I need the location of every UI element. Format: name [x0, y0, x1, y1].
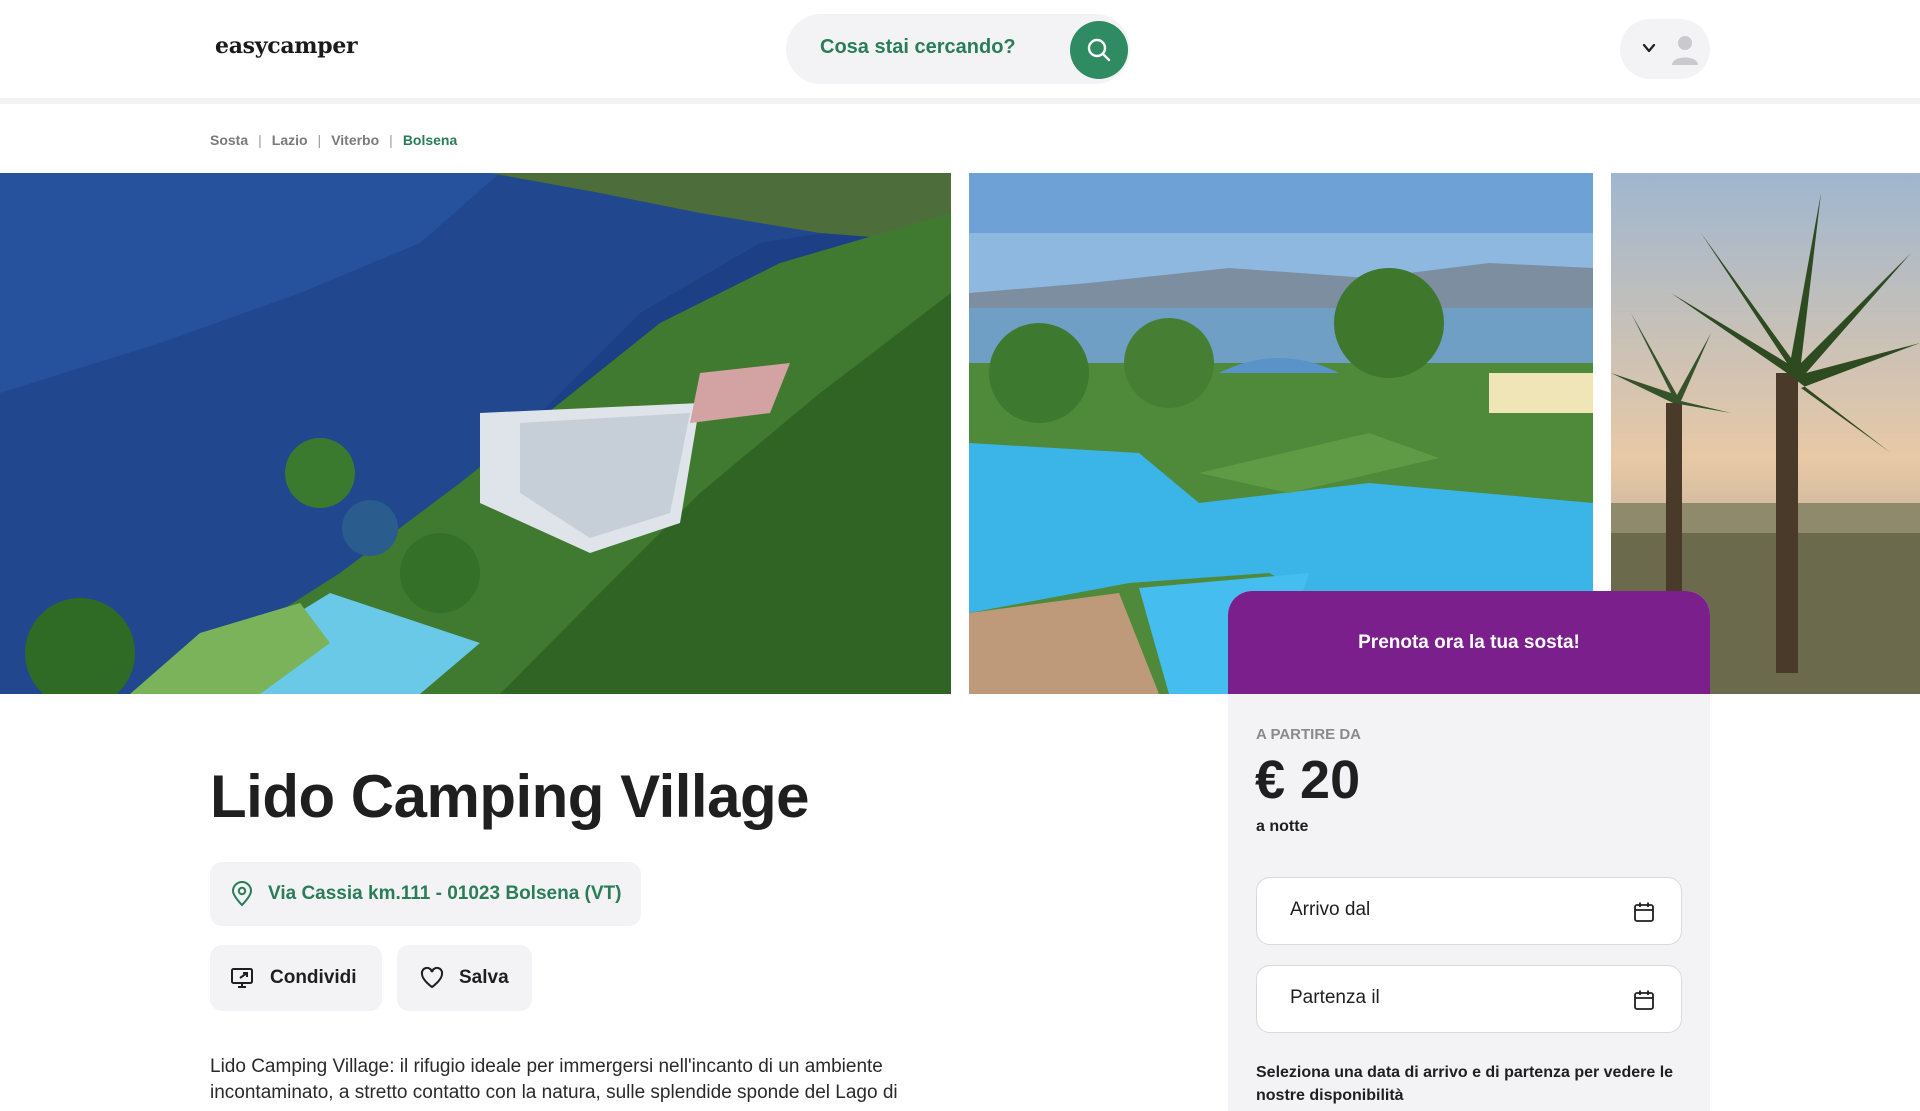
breadcrumb-separator: |: [258, 132, 262, 148]
breadcrumb: Sosta | Lazio | Viterbo | Bolsena: [210, 132, 457, 148]
search-button[interactable]: [1070, 21, 1128, 79]
user-menu-button[interactable]: [1620, 19, 1710, 79]
calendar-icon: [1634, 990, 1654, 1010]
share-icon: [231, 968, 253, 988]
search-icon: [1087, 38, 1111, 62]
breadcrumb-item-bolsena[interactable]: Bolsena: [403, 132, 457, 148]
chevron-down-icon: [1642, 43, 1656, 53]
availability-hint: Seleziona una data di arrivo e di parten…: [1256, 1064, 1674, 1104]
save-label: Salva: [459, 967, 509, 988]
departure-date-field[interactable]: Partenza il: [1256, 965, 1682, 1033]
breadcrumb-separator: |: [317, 132, 322, 148]
user-avatar-icon: [1672, 36, 1698, 65]
departure-date-label: Partenza il: [1290, 987, 1380, 1008]
breadcrumb-item-lazio[interactable]: Lazio: [272, 132, 308, 148]
search-bar[interactable]: Cosa stai cercando?: [786, 14, 1130, 84]
site-header: easycamper Cosa stai cercando?: [0, 0, 1920, 104]
address-badge[interactable]: Via Cassia km.111 - 01023 Bolsena (VT): [210, 862, 642, 926]
location-pin-icon: [231, 881, 253, 907]
share-label: Condividi: [270, 967, 357, 988]
arrival-date-field[interactable]: Arrivo dal: [1256, 877, 1682, 945]
search-input[interactable]: Cosa stai cercando?: [820, 36, 1016, 59]
heart-icon: [420, 966, 444, 989]
price-from-label: A PARTIRE DA: [1256, 726, 1361, 743]
breadcrumb-item-viterbo[interactable]: Viterbo: [331, 132, 379, 148]
listing-title: Lido Camping Village: [210, 763, 809, 830]
arrival-date-label: Arrivo dal: [1290, 899, 1371, 920]
booking-header: Prenota ora la tua sosta!: [1228, 591, 1710, 694]
calendar-icon: [1634, 902, 1654, 922]
site-logo[interactable]: easycamper: [215, 33, 358, 59]
booking-card: Prenota ora la tua sosta! A PARTIRE DA €…: [1228, 591, 1710, 1111]
breadcrumb-separator: |: [389, 132, 393, 148]
share-button[interactable]: Condividi: [210, 945, 382, 1011]
breadcrumb-item-sosta[interactable]: Sosta: [210, 132, 248, 148]
price-unit: a notte: [1256, 818, 1309, 835]
price-value: € 20: [1255, 750, 1361, 810]
gallery-photo-aerial-lake[interactable]: [0, 173, 951, 694]
listing-description: Lido Camping Village: il rifugio ideale …: [210, 1056, 898, 1103]
save-button[interactable]: Salva: [397, 945, 532, 1011]
address-text: Via Cassia km.111 - 01023 Bolsena (VT): [268, 883, 622, 904]
